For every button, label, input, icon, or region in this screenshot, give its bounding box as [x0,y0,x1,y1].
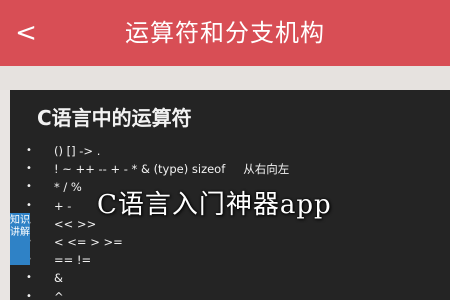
knowledge-tab[interactable]: 知识 讲解 [10,213,30,265]
bullet: • [26,272,32,284]
bullet: • [26,233,54,251]
bullet: • [26,251,54,269]
list-item: • & [26,269,289,287]
bullet: • [26,163,32,175]
page-title: 运算符和分支机构 [125,19,325,47]
list-item: • () [] -> . [26,142,289,160]
operator-text: == != [54,253,92,268]
operator-text: << >> [54,216,97,231]
bullet: • [26,215,54,233]
slide-title: C语言中的运算符 [37,106,192,130]
operator-text: () [] -> . [54,144,101,159]
operator-text: ! ~ ++ -- + - * & (type) sizeof [54,162,226,177]
list-item: • == != [26,251,289,269]
list-item: • ! ~ ++ -- + - * & (type) sizeof 从右向左 [26,160,289,178]
watermark-text: C语言入门神器app [97,190,332,220]
operator-text: + - [54,198,72,213]
bullet: • [26,145,32,157]
operator-text: ^ [54,289,64,300]
header-bar: < 运算符和分支机构 [0,0,450,66]
bullet: • [26,199,32,211]
associativity-note: 从右向左 [243,162,290,177]
bullet: • [26,181,32,193]
list-item: • < <= > >= [26,233,289,251]
operator-text: < <= > >= [54,235,123,250]
knowledge-tab-label-line2: 讲解 [10,227,30,238]
knowledge-tab-label-line1: 知识 [10,215,30,226]
operator-text: & [54,271,63,286]
operator-text: * / % [54,180,82,195]
bullet: • [26,290,32,300]
list-item: • ^ [26,288,289,300]
header-divider [0,66,450,90]
